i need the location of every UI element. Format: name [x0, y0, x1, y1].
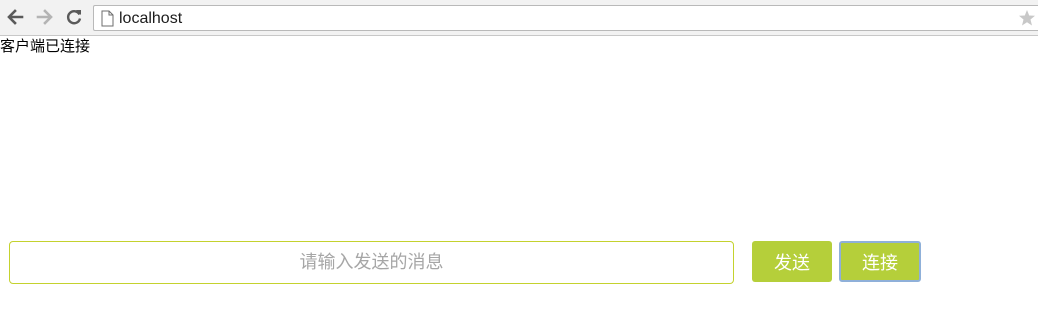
forward-button[interactable] — [34, 6, 56, 28]
back-button[interactable] — [4, 6, 26, 28]
arrow-right-icon — [36, 9, 53, 25]
url-text[interactable]: localhost — [119, 9, 182, 28]
message-input[interactable] — [9, 241, 734, 284]
connection-status-text: 客户端已连接 — [0, 37, 91, 55]
page-icon — [101, 10, 114, 27]
star-icon[interactable] — [1018, 9, 1036, 27]
address-bar[interactable]: localhost — [93, 5, 1038, 31]
arrow-left-icon — [7, 9, 24, 25]
reload-icon — [66, 10, 82, 25]
send-button[interactable]: 发送 — [752, 241, 832, 282]
browser-toolbar: localhost — [0, 0, 1038, 36]
reload-button[interactable] — [63, 6, 85, 28]
connect-button[interactable]: 连接 — [839, 241, 921, 282]
